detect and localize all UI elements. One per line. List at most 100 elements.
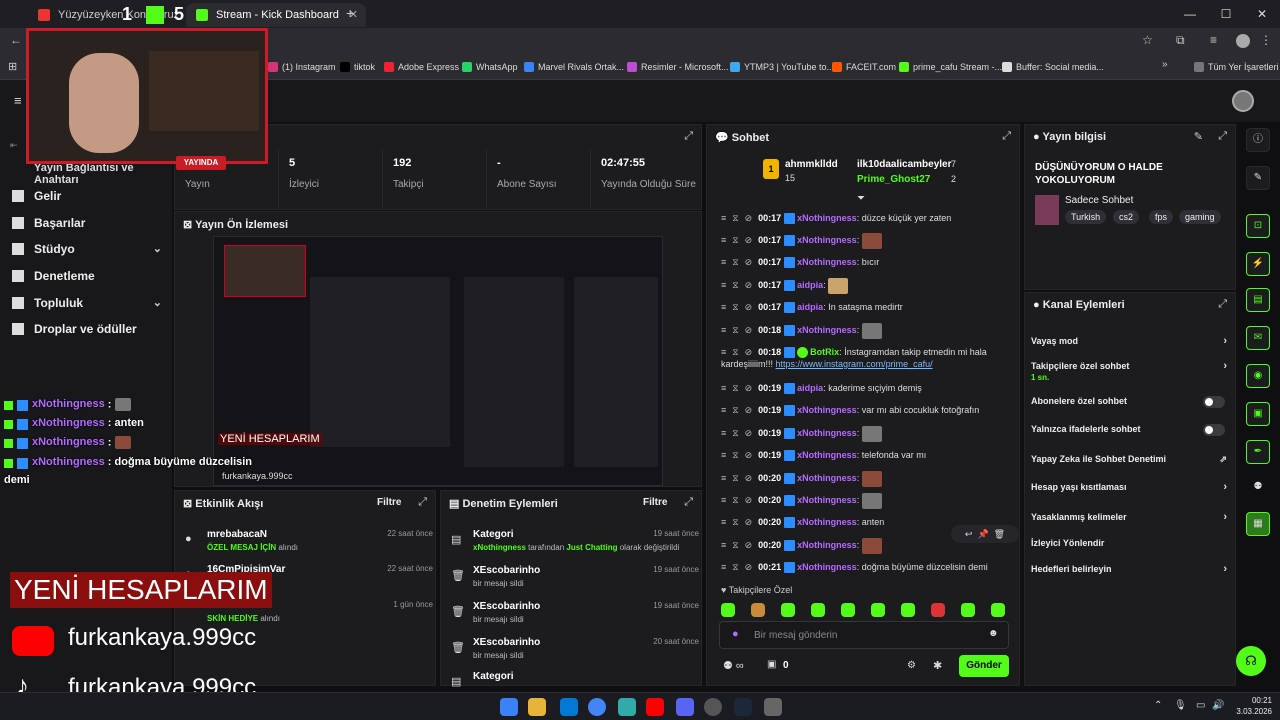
ban-icon[interactable]: ⊘	[745, 302, 753, 312]
all-bookmarks[interactable]: Tüm Yer İşaretleri	[1194, 59, 1279, 75]
sidebar-item-denetleme[interactable]: Denetleme	[12, 266, 162, 286]
timeout-icon[interactable]: ⧖	[732, 405, 738, 415]
steam-icon[interactable]	[734, 698, 752, 716]
more-bookmarks-icon[interactable]: »	[1162, 59, 1168, 70]
wrench-rail-icon[interactable]: ✒	[1246, 440, 1270, 464]
drag-icon[interactable]: ≡	[721, 257, 726, 267]
bookmark-buffer[interactable]: Buffer: Social media...	[1002, 59, 1104, 75]
channel-action-row[interactable]: Yasaklanmış kelimeler ›	[1031, 505, 1227, 529]
timeout-icon[interactable]: ⧖	[732, 428, 738, 438]
emote-picker-icon[interactable]	[961, 603, 975, 617]
drag-icon[interactable]: ≡	[721, 325, 726, 335]
bookmark-resimler[interactable]: Resimler - Microsoft...	[627, 59, 729, 75]
filter-button[interactable]: Filtre	[643, 497, 667, 508]
mic-icon[interactable]: ●	[732, 628, 739, 640]
drag-icon[interactable]: ≡	[721, 562, 726, 572]
timeout-icon[interactable]: ⧖	[732, 325, 738, 335]
send-button[interactable]: Gönder	[959, 655, 1009, 677]
chat-message[interactable]: ≡ ⧖ ⊘ 00:17 xNothingness: bıcır	[721, 253, 1021, 271]
emote-picker-icon[interactable]	[931, 603, 945, 617]
bookmark-instagram[interactable]: (1) Instagram	[268, 59, 336, 75]
timeout-icon[interactable]: ⧖	[732, 257, 738, 267]
chest-icon[interactable]: ▣	[767, 659, 776, 670]
channel-points-icon[interactable]: ⚉ ∞	[723, 659, 744, 672]
clock-time[interactable]: 00:21	[1236, 696, 1272, 705]
bot-icon[interactable]: ✱	[933, 659, 942, 672]
game-rail-icon[interactable]: ▦	[1246, 512, 1270, 536]
bookmark-whatsapp[interactable]: WhatsApp	[462, 59, 518, 75]
info-rail-icon[interactable]: ⓘ	[1246, 128, 1270, 152]
reply-icon[interactable]: ↩	[965, 529, 973, 539]
message-username[interactable]: xNothingness	[797, 450, 857, 460]
emote-picker-icon[interactable]	[751, 603, 765, 617]
sidebar-item-stream-key[interactable]: Yayın Bağlantısı ve Anahtarı	[34, 162, 172, 186]
ban-icon[interactable]: ⊘	[745, 257, 753, 267]
channel-action-row[interactable]: Vayaş mod ›	[1031, 329, 1227, 353]
app-icon[interactable]	[618, 698, 636, 716]
drag-icon[interactable]: ≡	[721, 405, 726, 415]
ban-icon[interactable]: ⊘	[745, 235, 753, 245]
edit-icon[interactable]: ✎	[1194, 130, 1203, 143]
emote-picker-icon[interactable]	[721, 603, 735, 617]
preview-video[interactable]: YENİ HESAPLARIM furkankaya.999cc	[213, 236, 663, 486]
apps-icon[interactable]: ⊞	[8, 60, 17, 73]
profile-avatar[interactable]	[1236, 34, 1250, 48]
back-icon[interactable]: ←	[10, 33, 22, 47]
hamburger-icon[interactable]: ≡	[14, 93, 22, 108]
bookmark-marvel[interactable]: Marvel Rivals Ortak...	[524, 59, 624, 75]
channel-action-row[interactable]: İzleyici Yönlendir	[1031, 531, 1227, 555]
ban-icon[interactable]: ⊘	[745, 213, 753, 223]
drag-icon[interactable]: ≡	[721, 495, 726, 505]
emote-picker-icon[interactable]	[871, 603, 885, 617]
ban-icon[interactable]: ⊘	[745, 473, 753, 483]
filter-button[interactable]: Filtre	[377, 497, 401, 508]
chat-message[interactable]: ≡ ⧖ ⊘ 00:19 xNothingness: var mı abi cocuklu…	[721, 401, 1021, 419]
ban-icon[interactable]: ⊘	[745, 450, 753, 460]
drag-icon[interactable]: ≡	[721, 473, 726, 483]
outlook-icon[interactable]	[560, 698, 578, 716]
timeout-icon[interactable]: ⧖	[732, 473, 738, 483]
broadcast-rail-icon[interactable]: ◉	[1246, 364, 1270, 388]
more-icon[interactable]: ⋮	[1260, 33, 1272, 47]
drag-icon[interactable]: ≡	[721, 383, 726, 393]
timeout-icon[interactable]: ⧖	[732, 450, 738, 460]
sidebar-item-studyo[interactable]: Stüdyo ⌄	[12, 239, 162, 259]
expand-icon[interactable]: ⤢	[1218, 298, 1227, 311]
display-rail-icon[interactable]: ▣	[1246, 402, 1270, 426]
chat-rail-icon[interactable]: ✉	[1246, 326, 1270, 350]
message-username[interactable]: xNothingness	[797, 540, 857, 550]
clock-date[interactable]: 3.03.2026	[1232, 707, 1272, 716]
maximize-button[interactable]: ☐	[1208, 0, 1244, 28]
message-username[interactable]: xNothingness	[797, 428, 857, 438]
clip-rail-icon[interactable]: ⊡	[1246, 214, 1270, 238]
ban-icon[interactable]: ⊘	[745, 383, 753, 393]
expand-icon[interactable]: ⤢	[1218, 130, 1227, 143]
pinned-chevron-icon[interactable]: ⏷	[857, 193, 865, 204]
ban-icon[interactable]: ⊘	[745, 562, 753, 572]
windows-start-icon[interactable]	[500, 698, 518, 716]
mic-tray-icon[interactable]: 🎙	[1174, 700, 1187, 711]
channel-action-row[interactable]: Hedefleri belirleyin ›	[1031, 557, 1227, 581]
help-icon[interactable]: ☊	[1236, 646, 1266, 676]
channel-action-row[interactable]: Hesap yaşı kısıtlaması ›	[1031, 475, 1227, 499]
timeout-icon[interactable]: ⧖	[732, 517, 738, 527]
chat-input[interactable]: ● Bir mesaj gönderin ☻	[719, 621, 1009, 649]
message-username[interactable]: xNothingness	[797, 325, 857, 335]
message-username[interactable]: aidpia	[797, 383, 823, 393]
emote-picker-icon[interactable]	[901, 603, 915, 617]
timeout-icon[interactable]: ⧖	[732, 383, 738, 393]
channel-action-row[interactable]: Yapay Zeka ile Sohbet Denetimi ⇗	[1031, 447, 1227, 471]
expand-icon[interactable]: ⤢	[1002, 130, 1011, 143]
timeout-icon[interactable]: ⧖	[732, 540, 738, 550]
drag-icon[interactable]: ≡	[721, 280, 726, 290]
drag-icon[interactable]: ≡	[721, 235, 726, 245]
chat-message[interactable]: ≡ ⧖ ⊘ 00:17 aidpia:	[721, 276, 1021, 294]
drag-icon[interactable]: ≡	[721, 450, 726, 460]
channel-action-row[interactable]: Takipçilere özel sohbet › 1 sn.	[1031, 359, 1227, 383]
chat-message[interactable]: ≡ ⧖ ⊘ 00:20 xNothingness:	[721, 491, 1021, 509]
chat-message[interactable]: ≡ ⧖ ⊘ 00:19 xNothingness: telefonda var mı	[721, 446, 1021, 464]
emote-picker-icon[interactable]	[991, 603, 1005, 617]
message-username[interactable]: aidpia	[797, 280, 823, 290]
youtube-taskbar-icon[interactable]	[646, 698, 664, 716]
sidebar-collapse-icon[interactable]: ⇤	[10, 140, 18, 151]
